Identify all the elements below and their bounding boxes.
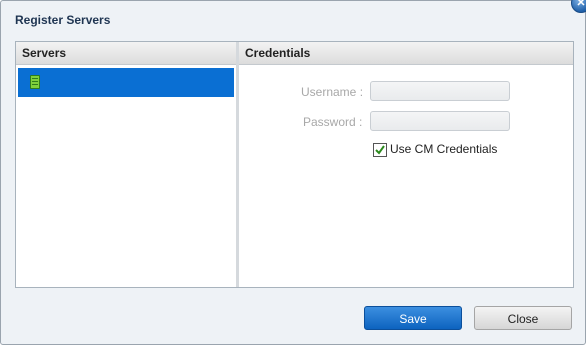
close-button[interactable]: Close (474, 306, 572, 330)
use-cm-credentials-checkbox[interactable] (373, 143, 387, 157)
checkmark-icon (375, 145, 385, 155)
username-field[interactable] (370, 81, 510, 101)
servers-column: Servers (16, 42, 239, 287)
username-label: Username : (301, 85, 364, 99)
close-x-icon[interactable]: ✕ (571, 0, 586, 13)
save-button[interactable]: Save (364, 306, 462, 330)
password-label: Password : (303, 115, 363, 129)
register-servers-dialog: Register Servers ✕ Servers Credentials U… (0, 0, 586, 345)
server-list-item[interactable] (18, 68, 234, 97)
credentials-column: Credentials Username : Password : Use CM… (239, 42, 573, 287)
content-panel: Servers Credentials Username : Password … (15, 41, 574, 288)
servers-header: Servers (16, 42, 236, 65)
credentials-header: Credentials (239, 42, 573, 65)
dialog-title: Register Servers (15, 13, 111, 27)
password-field[interactable] (370, 111, 510, 131)
use-cm-credentials-label[interactable]: Use CM Credentials (390, 142, 497, 156)
server-icon (30, 75, 40, 89)
